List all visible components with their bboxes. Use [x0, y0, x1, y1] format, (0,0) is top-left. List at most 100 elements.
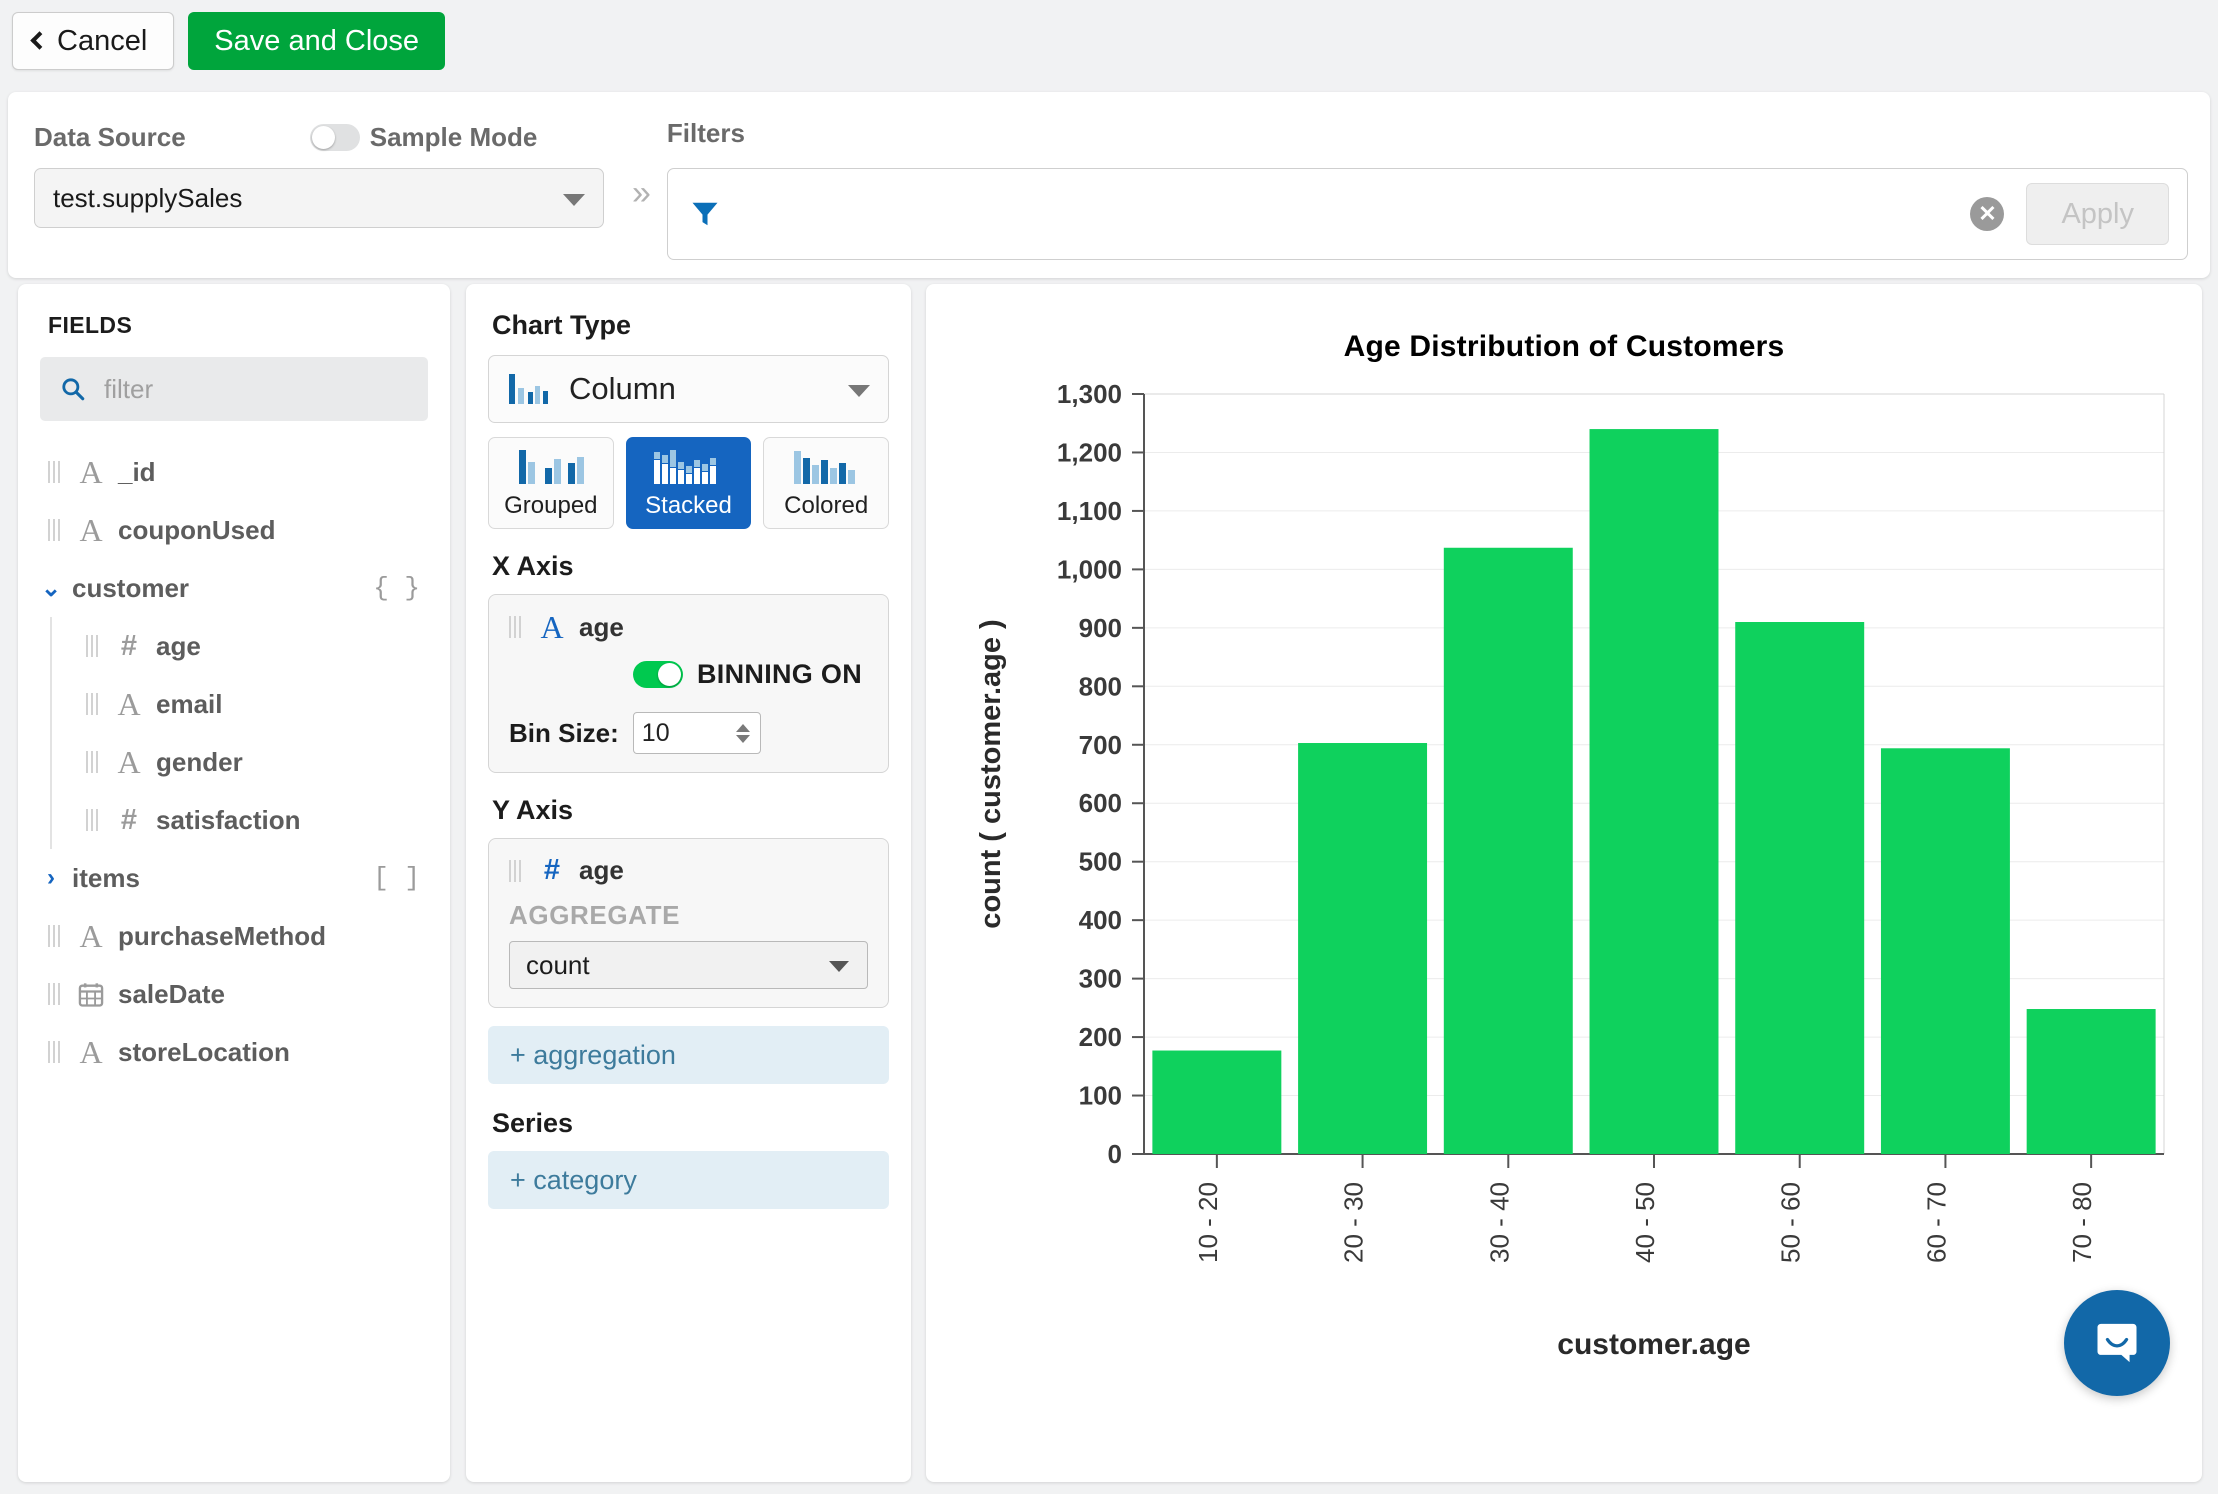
text-type-icon: A	[79, 454, 103, 490]
drag-handle-icon[interactable]	[48, 519, 60, 541]
x-axis-box: A age BINNING ON Bin Size:	[488, 594, 889, 773]
drag-handle-icon[interactable]	[86, 635, 98, 657]
chart-variant-grouped[interactable]: Grouped	[488, 437, 614, 529]
save-and-close-button[interactable]: Save and Close	[188, 12, 446, 70]
field-item-customer-gender[interactable]: A gender	[18, 733, 450, 791]
binning-toggle[interactable]	[633, 661, 683, 688]
drag-handle-icon[interactable]	[86, 693, 98, 715]
chevron-down-icon[interactable]: ⌄	[40, 574, 62, 603]
datasource-section: Data Source Sample Mode test.supplySales	[34, 118, 614, 228]
chart-variant-colored[interactable]: Colored	[763, 437, 890, 529]
x-axis-field[interactable]: A age	[509, 611, 868, 643]
stepper-arrows-icon[interactable]	[735, 723, 750, 743]
chart-preview-panel: Age Distribution of Customers 0 100 200 300…	[926, 284, 2202, 1482]
field-item-customer-age[interactable]: # age	[18, 617, 450, 675]
svg-text:70 - 80: 70 - 80	[2067, 1182, 2097, 1263]
datasource-select-value: test.supplySales	[53, 182, 243, 213]
field-item-storeLocation[interactable]: A storeLocation	[18, 1023, 450, 1081]
drag-handle-icon[interactable]	[48, 925, 60, 947]
sample-mode-toggle-knob	[311, 125, 335, 149]
add-category-button[interactable]: + category	[488, 1151, 889, 1209]
array-type-badge: [ ]	[373, 863, 420, 893]
chevron-down-icon	[829, 961, 849, 972]
field-group-customer-children: # age A email A gender # satisfaction	[18, 617, 450, 849]
field-item-purchaseMethod[interactable]: A purchaseMethod	[18, 907, 450, 965]
svg-text:10 - 20: 10 - 20	[1193, 1182, 1223, 1263]
drag-handle-icon[interactable]	[86, 809, 98, 831]
aggregate-label: AGGREGATE	[509, 900, 681, 930]
drag-handle-icon[interactable]	[509, 859, 521, 882]
text-type-icon: A	[540, 609, 564, 645]
svg-text:60 - 70: 60 - 70	[1921, 1182, 1951, 1263]
chevron-right-icon[interactable]: ›	[40, 864, 62, 892]
svg-text:40 - 50: 40 - 50	[1630, 1182, 1660, 1263]
field-group-items[interactable]: › items [ ]	[18, 849, 450, 907]
svg-text:800: 800	[1079, 671, 1122, 701]
drag-handle-icon[interactable]	[48, 983, 60, 1005]
chart-variant-label: Colored	[784, 492, 869, 519]
drag-handle-icon[interactable]	[48, 461, 60, 483]
svg-text:400: 400	[1079, 905, 1122, 935]
x-axis-field-label: age	[579, 611, 624, 642]
field-label: email	[156, 688, 223, 719]
filter-input[interactable]	[719, 198, 1971, 230]
text-type-icon: A	[117, 686, 141, 722]
fields-panel: FIELDS A _id A couponUsed ⌄ customer	[18, 284, 450, 1482]
funnel-icon	[692, 202, 718, 226]
chart-variant-stacked[interactable]: Stacked	[625, 437, 752, 529]
field-item-customer-email[interactable]: A email	[18, 675, 450, 733]
field-item-customer-satisfaction[interactable]: # satisfaction	[18, 791, 450, 849]
grouped-bars-icon	[518, 450, 584, 484]
field-group-customer[interactable]: ⌄ customer { }	[18, 559, 450, 617]
drag-handle-icon[interactable]	[509, 616, 521, 638]
field-label: _id	[118, 456, 156, 487]
svg-text:500: 500	[1079, 847, 1122, 877]
y-axis-field[interactable]: # age	[509, 855, 868, 886]
add-aggregation-button[interactable]: + aggregation	[488, 1026, 889, 1084]
cancel-button[interactable]: Cancel	[12, 12, 175, 70]
svg-text:300: 300	[1079, 964, 1122, 994]
bin-size-input[interactable]	[641, 718, 712, 748]
y-axis-box: # age AGGREGATE count	[488, 838, 889, 1008]
open-chat-button[interactable]	[2064, 1290, 2170, 1396]
top-action-bar: Cancel Save and Close	[0, 0, 2218, 82]
drag-handle-icon[interactable]	[48, 1041, 60, 1063]
svg-text:1,200: 1,200	[1057, 437, 1122, 467]
chevron-double-right-icon: »	[632, 174, 651, 212]
clear-filter-icon[interactable]: ✕	[1970, 197, 2005, 231]
number-type-icon: #	[120, 629, 138, 662]
sample-mode-toggle[interactable]	[309, 123, 360, 151]
field-item-saleDate[interactable]: saleDate	[18, 965, 450, 1023]
datasource-header: Data Source Sample Mode	[34, 118, 614, 156]
svg-text:600: 600	[1079, 788, 1122, 818]
fields-search-box[interactable]	[40, 357, 439, 421]
field-item-couponUsed[interactable]: A couponUsed	[18, 501, 450, 559]
sample-mode-label: Sample Mode	[369, 121, 538, 152]
stacked-bars-icon	[653, 450, 716, 484]
datasource-select[interactable]: test.supplySales	[34, 168, 604, 228]
svg-text:1,100: 1,100	[1057, 496, 1122, 526]
fields-list: A _id A couponUsed ⌄ customer { } # age	[18, 443, 450, 1081]
aggregate-select[interactable]: count	[509, 941, 868, 989]
field-label: satisfaction	[156, 804, 301, 835]
number-type-icon: #	[120, 803, 138, 836]
field-label: storeLocation	[118, 1036, 290, 1067]
field-item-_id[interactable]: A _id	[18, 443, 450, 501]
binning-row: BINNING ON	[509, 659, 868, 690]
cancel-button-label: Cancel	[57, 24, 148, 57]
datasource-filter-strip: Data Source Sample Mode test.supplySales…	[8, 92, 2210, 278]
svg-text:20 - 30: 20 - 30	[1339, 1182, 1369, 1263]
fields-search-input[interactable]	[104, 373, 439, 405]
column-chart-icon	[509, 374, 548, 404]
drag-handle-icon[interactable]	[86, 751, 98, 773]
apply-filter-button[interactable]: Apply	[2026, 183, 2169, 245]
field-label: couponUsed	[118, 514, 276, 545]
bin-size-stepper[interactable]	[632, 712, 761, 754]
binning-toggle-knob	[658, 663, 681, 686]
bar-chart-svg[interactable]: 0 100 200 300 400 500 600 700 800 900 1,000 1,100 1,…	[926, 364, 2202, 1424]
chart-type-select[interactable]: Column	[488, 355, 889, 423]
chat-bubble-icon	[2097, 1323, 2137, 1363]
chart-variant-label: Stacked	[645, 492, 732, 519]
search-icon	[62, 378, 85, 401]
fields-panel-title: FIELDS	[48, 312, 133, 338]
